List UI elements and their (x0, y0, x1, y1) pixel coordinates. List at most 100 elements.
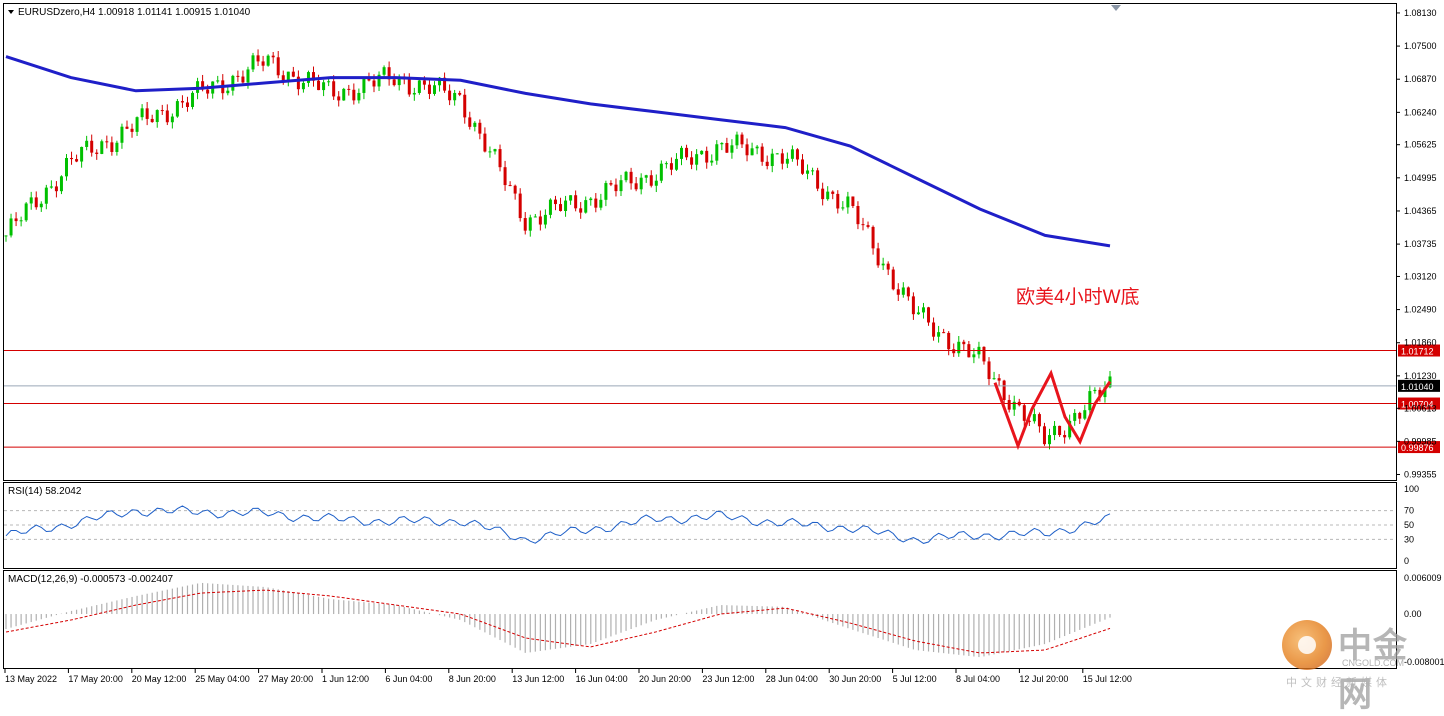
candle-body (1048, 435, 1052, 445)
candle-body (301, 82, 305, 90)
candle-body (493, 149, 497, 152)
rsi-axis-label: 30 (1404, 534, 1414, 544)
candle-body (634, 183, 638, 190)
candle-body (826, 191, 830, 200)
candle-body (533, 216, 537, 218)
candle-body (740, 134, 744, 145)
price-axis-label: 1.07500 (1404, 41, 1437, 51)
price-axis-label: 1.03120 (1404, 271, 1437, 281)
time-axis-label: 25 May 04:00 (195, 674, 250, 684)
candle-body (458, 92, 462, 95)
symbol-dropdown-icon[interactable] (8, 10, 14, 14)
candle-body (942, 332, 946, 334)
candle-body (483, 133, 487, 152)
candle-body (206, 89, 210, 94)
candle-body (463, 94, 467, 118)
candle-body (725, 142, 729, 153)
moving-average-line (5, 55, 1111, 248)
candle-body (261, 61, 265, 66)
price-axis-label: 1.04365 (1404, 206, 1437, 216)
candle-body (1012, 401, 1016, 410)
rsi-axis-label: 0 (1404, 556, 1409, 566)
candle-body (4, 235, 8, 237)
candle-body (770, 153, 774, 167)
candle-body (64, 157, 68, 177)
level-label-text: 1.01712 (1401, 347, 1434, 357)
candle-body (861, 224, 865, 226)
time-axis-label: 13 Jun 12:00 (512, 674, 564, 684)
candle-body (831, 191, 835, 194)
candle-body (276, 57, 280, 76)
candle-body (448, 90, 452, 101)
candle-body (1058, 425, 1062, 436)
candle-body (120, 126, 124, 143)
candle-body (170, 116, 174, 123)
level-label-text: 1.01040 (1401, 382, 1434, 392)
candle-body (110, 142, 114, 152)
cngold-watermark: 中金网 CNGOLD.COM 中文财经新媒体 (1282, 618, 1442, 714)
candle-body (503, 167, 507, 186)
macd-axis-label: 0.006009 (1404, 573, 1442, 583)
candle-body (191, 92, 195, 107)
candle-body (755, 146, 759, 149)
candle-body (821, 188, 825, 200)
candle-body (125, 126, 129, 129)
candle-body (896, 289, 900, 295)
candle-body (906, 287, 910, 297)
price-chart[interactable]: 1.017121.007040.998761.01040 1.08130 1.07… (0, 0, 1444, 692)
candle-body (322, 82, 326, 91)
candle-body (291, 71, 295, 77)
candle-body (871, 226, 875, 249)
candle-body (1042, 426, 1046, 445)
candle-body (730, 145, 734, 153)
candle-body (478, 122, 482, 134)
candle-body (392, 79, 396, 86)
candle-body (165, 110, 169, 123)
candle-body (553, 199, 557, 205)
candle-body (866, 225, 870, 227)
candle-body (836, 193, 840, 209)
candle-body (700, 150, 704, 155)
candle-body (982, 346, 986, 362)
candle-body (1078, 412, 1082, 419)
price-axis-label: 1.01230 (1404, 371, 1437, 381)
candle-body (710, 160, 714, 163)
candle-body (765, 161, 769, 167)
candle-body (246, 69, 250, 83)
time-axis-label: 20 Jun 20:00 (639, 674, 691, 684)
chart-shift-marker-icon[interactable] (1111, 5, 1121, 11)
rsi-axis: 100 70 50 30 0 (1404, 484, 1419, 566)
candle-body (59, 176, 63, 192)
time-axis-label: 28 Jun 04:00 (766, 674, 818, 684)
candle-body (372, 80, 376, 87)
candle-body (347, 88, 351, 90)
candle-body (155, 110, 159, 123)
rsi-axis-label: 70 (1404, 506, 1414, 516)
candle-body (417, 80, 421, 93)
candle-body (226, 90, 230, 94)
candle-body (357, 92, 361, 101)
macd-signal-line (5, 589, 1111, 654)
time-axis-label: 20 May 12:00 (132, 674, 187, 684)
candle-body (306, 72, 310, 83)
candle-body (685, 147, 689, 158)
candle-body (735, 134, 739, 146)
horizontal-levels-layer[interactable]: 1.017121.007040.998761.01040 (4, 344, 1440, 454)
time-axis-label: 13 May 2022 (5, 674, 57, 684)
candle-body (690, 157, 694, 165)
time-axis-label: 16 Jun 04:00 (576, 674, 628, 684)
candle-body (664, 163, 668, 165)
candle-body (407, 79, 411, 95)
candle-body (886, 263, 890, 270)
candle-body (80, 146, 84, 162)
candle-body (160, 110, 164, 112)
candle-body (266, 55, 270, 66)
price-axis-label: 1.04995 (1404, 173, 1437, 183)
candle-body (115, 142, 119, 152)
candle-body (39, 203, 43, 208)
candle-body (619, 180, 623, 192)
candle-body (1093, 389, 1097, 392)
candle-body (775, 153, 779, 155)
candle-body (427, 84, 431, 94)
trading-terminal: 1.01712 1.00704 0.99876 1.01040 1.08130 1.07… (0, 0, 1444, 714)
